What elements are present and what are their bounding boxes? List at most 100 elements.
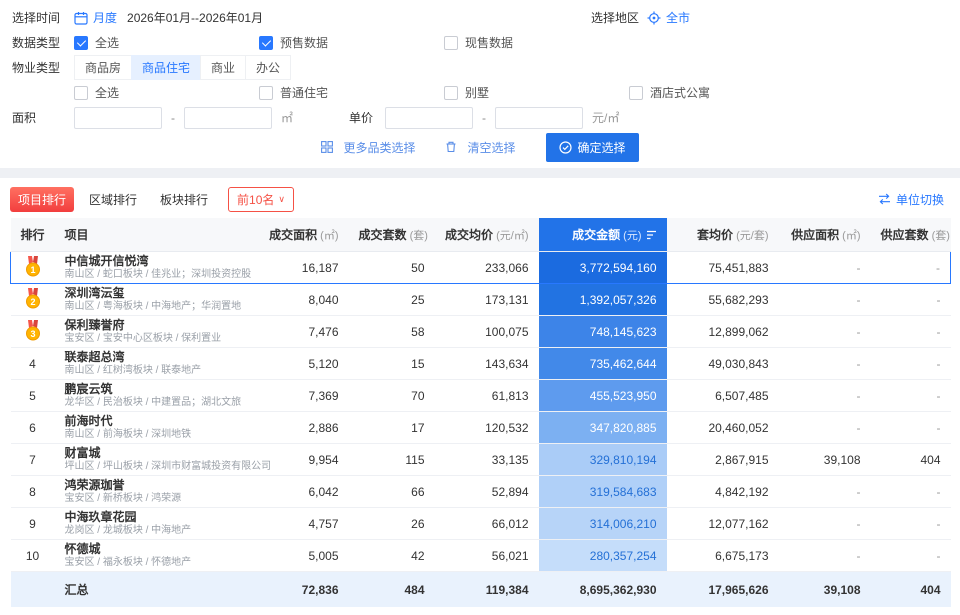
svg-text:2: 2 xyxy=(30,296,35,306)
cell-supply-area: - xyxy=(778,251,871,284)
clear-selection-button[interactable]: 清空选择 xyxy=(445,139,516,156)
table-row[interactable]: 2 深圳湾沄玺 南山区 / 粤海板块 / 中海地产；华润置地 8,040 25 173,1… xyxy=(10,283,951,316)
checkbox-icon xyxy=(74,35,88,50)
rank-cell: 9 xyxy=(10,507,55,540)
cell-deal-units: 50 xyxy=(348,251,435,284)
summary-supply-units: 404 xyxy=(870,571,951,607)
tab-sector-ranking[interactable]: 板块排行 xyxy=(152,187,216,212)
time-range-value[interactable]: 2026年01月--2026年01月 xyxy=(127,9,263,26)
summary-rank-cell xyxy=(10,571,55,607)
check-circle-icon xyxy=(558,140,572,154)
cell-deal-amount: 748,145,623 xyxy=(538,315,667,348)
cell-supply-units: - xyxy=(870,539,951,572)
cell-unit-price: 49,030,843 xyxy=(666,347,779,380)
project-detail: 宝安区 / 宝安中心区板块 / 保利置业 xyxy=(64,333,222,344)
checkbox-presale-data[interactable]: 预售数据 xyxy=(259,34,444,51)
checkbox-villa[interactable]: 别墅 xyxy=(444,84,629,101)
checkbox-existing-sale-data[interactable]: 现售数据 xyxy=(444,34,629,51)
more-category-label: 更多品类选择 xyxy=(343,140,416,155)
project-name: 中海玖章花园 xyxy=(64,510,137,524)
table-row[interactable]: 7 财富城 坪山区 / 坪山板块 / 深圳市财富城投资有限公司 9,954 115 33,… xyxy=(10,443,951,476)
checkbox-hotel-apartment[interactable]: 酒店式公寓 xyxy=(629,84,814,101)
area-max-input[interactable] xyxy=(184,106,272,129)
table-row[interactable]: 8 鸿荣源珈誉 宝安区 / 新桥板块 / 鸿荣源 6,042 66 52,894 319,5… xyxy=(10,475,951,508)
region-value-link[interactable]: 全市 xyxy=(666,9,690,26)
property-tab-commodity-residential[interactable]: 商品住宅 xyxy=(131,55,202,80)
property-tab-commodity-housing[interactable]: 商品房 xyxy=(74,55,133,80)
project-detail: 南山区 / 蛇口板块 / 佳兆业；深圳投资控股 xyxy=(64,269,252,280)
cell-supply-units: 404 xyxy=(870,443,951,476)
summary-label: 汇总 xyxy=(54,571,253,607)
cell-avg-price: 100,075 xyxy=(434,315,539,348)
column-header-5[interactable]: 成交金额 (元) xyxy=(538,218,667,252)
data-type-label: 数据类型 xyxy=(12,36,61,50)
table-row[interactable]: 1 中信城开信悦湾 南山区 / 蛇口板块 / 佳兆业；深圳投资控股 16,187 50 2… xyxy=(10,251,951,284)
project-name: 前海时代 xyxy=(64,414,113,428)
project-detail: 南山区 / 粤海板块 / 中海地产；华润置地 xyxy=(64,301,242,312)
confirm-selection-label: 确定选择 xyxy=(577,140,626,155)
sort-icon[interactable] xyxy=(646,229,657,243)
table-row[interactable]: 5 鹏宸云筑 龙华区 / 民治板块 / 中建置品；湖北文旅 7,369 70 61,813… xyxy=(10,379,951,412)
ranking-toolbar: 项目排行 区域排行 板块排行 前10名 ∨ 单位切换 xyxy=(10,184,950,214)
project-detail: 南山区 / 红树湾板块 / 联泰地产 xyxy=(64,365,202,376)
property-tab-office[interactable]: 办公 xyxy=(245,55,292,80)
cell-deal-units: 42 xyxy=(348,539,435,572)
table-body: 1 中信城开信悦湾 南山区 / 蛇口板块 / 佳兆业；深圳投资控股 16,187 50 2… xyxy=(10,251,951,572)
table-row[interactable]: 6 前海时代 南山区 / 前海板块 / 深圳地铁 2,886 17 120,532 347,… xyxy=(10,411,951,444)
cell-supply-area: - xyxy=(778,283,871,316)
project-name: 财富城 xyxy=(64,446,101,460)
rank-cell: 6 xyxy=(10,411,55,444)
property-type-tabs: 商品房 商品住宅 商业 办公 xyxy=(74,55,292,80)
filter-actions: 更多品类选择 清空选择 确定选择 xyxy=(12,132,948,162)
more-category-button[interactable]: 更多品类选择 xyxy=(321,139,415,156)
area-min-input[interactable] xyxy=(74,106,162,129)
price-max-input[interactable] xyxy=(495,106,584,129)
project-detail: 龙华区 / 民治板块 / 中建置品；湖北文旅 xyxy=(64,397,242,408)
rank-medal-cell: 3 xyxy=(10,315,55,348)
table-header-row: 排行 项目 成交面积 (㎡) 成交套数 (套) 成交均价 (元/㎡) 成交金额 (元) 套均… xyxy=(10,218,951,252)
cell-deal-units: 115 xyxy=(348,443,435,476)
cell-supply-units: - xyxy=(870,475,951,508)
table-row[interactable]: 3 保利臻誉府 宝安区 / 宝安中心区板块 / 保利置业 7,476 58 100,075… xyxy=(10,315,951,348)
data-type-options: 全选 预售数据 现售数据 xyxy=(74,34,629,51)
rank-cell: 10 xyxy=(10,539,55,572)
region-filter-label: 选择地区 xyxy=(590,11,639,25)
cell-deal-amount: 3,772,594,160 xyxy=(538,251,667,284)
unit-switch-button[interactable]: 单位切换 xyxy=(872,190,950,209)
cell-deal-amount: 455,523,950 xyxy=(538,379,667,412)
table-row[interactable]: 10 怀德城 宝安区 / 福永板块 / 怀德地产 5,005 42 56,021 280,3… xyxy=(10,539,951,572)
cell-supply-units: - xyxy=(870,507,951,540)
checkbox-label: 酒店式公寓 xyxy=(650,86,711,100)
cell-supply-area: - xyxy=(778,539,871,572)
cell-unit-price: 6,675,173 xyxy=(666,539,779,572)
property-tab-commercial[interactable]: 商业 xyxy=(200,55,247,80)
table-row[interactable]: 4 联泰超总湾 南山区 / 红树湾板块 / 联泰地产 5,120 15 143,634 73… xyxy=(10,347,951,380)
cell-supply-area: - xyxy=(778,507,871,540)
price-min-input[interactable] xyxy=(385,106,474,129)
checkbox-sub-select-all[interactable]: 全选 xyxy=(74,84,259,101)
area-filter-label: 面积 xyxy=(12,111,37,125)
checkbox-ordinary-residence[interactable]: 普通住宅 xyxy=(259,84,444,101)
checkbox-icon xyxy=(259,85,273,100)
table-row[interactable]: 9 中海玖章花园 龙岗区 / 龙城板块 / 中海地产 4,757 26 66,012 314… xyxy=(10,507,951,540)
checkbox-select-all[interactable]: 全选 xyxy=(74,34,259,51)
project-detail: 坪山区 / 坪山板块 / 深圳市财富城投资有限公司 xyxy=(64,461,272,472)
top-n-filter-button[interactable]: 前10名 ∨ xyxy=(228,186,294,212)
cell-unit-price: 2,867,915 xyxy=(666,443,779,476)
checkbox-label: 别墅 xyxy=(465,86,490,100)
cell-supply-area: - xyxy=(778,347,871,380)
tab-region-ranking[interactable]: 区域排行 xyxy=(81,187,145,212)
property-type-row: 物业类型 商品房 商品住宅 商业 办公 xyxy=(12,55,948,80)
summary-deal-area: 72,836 xyxy=(252,571,349,607)
tab-project-ranking[interactable]: 项目排行 xyxy=(10,186,75,212)
property-type-label: 物业类型 xyxy=(12,61,61,75)
grid-icon xyxy=(321,141,334,153)
confirm-selection-button[interactable]: 确定选择 xyxy=(545,132,639,162)
project-name: 怀德城 xyxy=(64,542,101,556)
checkbox-label: 现售数据 xyxy=(465,36,514,50)
calendar-icon xyxy=(74,11,88,25)
time-mode-link[interactable]: 月度 xyxy=(93,9,117,26)
cell-avg-price: 61,813 xyxy=(434,379,539,412)
cell-supply-area: 39,108 xyxy=(778,443,871,476)
price-unit-label: 元/㎡ xyxy=(592,111,620,125)
